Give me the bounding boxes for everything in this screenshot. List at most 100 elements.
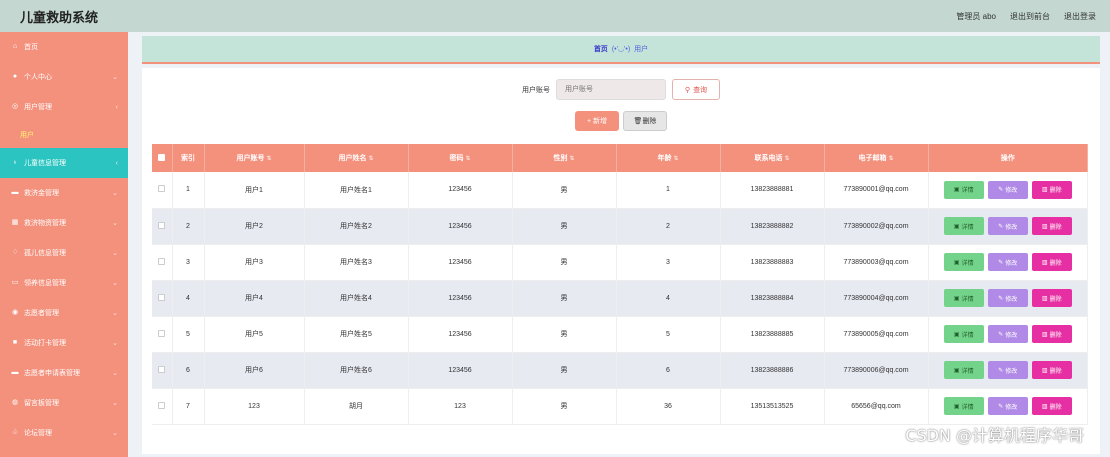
cell-actions: ▣ 详情 ✎ 修改 ▥ 删除 xyxy=(928,244,1088,281)
sidebar-item-children[interactable]: ♁ 儿童信息管理 ‹ xyxy=(0,148,128,178)
main-panel: 用户账号 ⚲ 查询 + 新增 🗑 删除 索引 用户账号⇅ 用户姓名⇅ 密码⇅ 性… xyxy=(142,68,1100,454)
sidebar-item-messages[interactable]: ◍ 留言板管理 ⌄ xyxy=(0,388,128,418)
detail-button[interactable]: ▣ 详情 xyxy=(943,397,984,415)
sidebar-item-adoption[interactable]: ▭ 领养信息管理 ⌄ xyxy=(0,268,128,298)
cell-phone: 13823888884 xyxy=(720,280,825,317)
sidebar-item-relief-supplies[interactable]: ▦ 救济物资管理 ⌄ xyxy=(0,208,128,238)
col-phone[interactable]: 联系电话 ⇅ xyxy=(720,144,825,172)
chevron-left-icon: ‹ xyxy=(115,159,118,167)
sidebar-item-relief-fund[interactable]: ▬ 救济金管理 ⌄ xyxy=(0,178,128,208)
cell-index: 3 xyxy=(172,244,205,281)
detail-button[interactable]: ▣ 详情 xyxy=(943,325,984,343)
sidebar-item-label: 活动打卡管理 xyxy=(24,340,66,347)
search-input[interactable] xyxy=(556,79,666,100)
row-checkbox[interactable] xyxy=(158,221,166,229)
detail-button[interactable]: ▣ 详情 xyxy=(943,289,984,307)
edit-button[interactable]: ✎ 修改 xyxy=(987,289,1028,307)
sidebar-item-forum[interactable]: ♧ 论坛管理 ⌄ xyxy=(0,418,128,448)
batch-delete-label: 删除 xyxy=(642,118,657,125)
row-checkbox[interactable] xyxy=(158,185,166,193)
delete-button[interactable]: ▥ 删除 xyxy=(1031,361,1072,379)
row-select-cell[interactable] xyxy=(152,388,173,425)
detail-icon: ▣ xyxy=(953,259,960,266)
cell-age: 4 xyxy=(616,280,721,317)
detail-button[interactable]: ▣ 详情 xyxy=(943,180,984,199)
col-name[interactable]: 用户姓名 ⇅ xyxy=(304,144,409,172)
row-checkbox[interactable] xyxy=(158,401,166,409)
row-checkbox[interactable] xyxy=(158,293,166,301)
table-row[interactable]: 6 用户6 用户姓名6 123456 男 6 13823888886 773890006@qq… xyxy=(152,352,1088,389)
col-email[interactable]: 电子邮箱 ⇅ xyxy=(824,144,929,172)
sidebar-item-checkin[interactable]: ■ 活动打卡管理 ⌄ xyxy=(0,328,128,358)
delete-button[interactable]: ▥ 删除 xyxy=(1031,289,1072,307)
sidebar-subitem-users[interactable]: 用户 xyxy=(0,122,128,148)
edit-button[interactable]: ✎ 修改 xyxy=(987,325,1028,343)
delete-button[interactable]: ▥ 删除 xyxy=(1031,397,1072,415)
sidebar-item-label: 孤儿信息管理 xyxy=(24,250,66,257)
cell-name: 用户姓名5 xyxy=(304,316,409,353)
edit-button[interactable]: ✎ 修改 xyxy=(987,397,1028,415)
table-row[interactable]: 4 用户4 用户姓名4 123456 男 4 13823888884 773890004@qq… xyxy=(152,280,1088,317)
trash-icon: ▥ xyxy=(1041,331,1048,338)
detail-button[interactable]: ▣ 详情 xyxy=(943,217,984,235)
row-checkbox[interactable] xyxy=(158,257,166,265)
detail-button[interactable]: ▣ 详情 xyxy=(943,361,984,379)
cell-email: 773890005@qq.com xyxy=(824,316,929,353)
table-row[interactable]: 3 用户3 用户姓名3 123456 男 3 13823888883 773890003@qq… xyxy=(152,244,1088,281)
row-select-cell[interactable] xyxy=(152,316,173,353)
sidebar-item-label: 儿童信息管理 xyxy=(24,160,66,167)
detail-button[interactable]: ▣ 详情 xyxy=(943,253,984,271)
sidebar-item-orphans[interactable]: ♢ 孤儿信息管理 ⌄ xyxy=(0,238,128,268)
table-row[interactable]: 7 123 胡月 123 男 36 13513513525 65656@qq.com ▣ 详情 ✎ 修… xyxy=(152,388,1088,425)
cell-age: 1 xyxy=(616,172,721,209)
col-age[interactable]: 年龄 ⇅ xyxy=(616,144,721,172)
row-checkbox[interactable] xyxy=(158,365,166,373)
row-select-cell[interactable] xyxy=(152,244,173,281)
sidebar-item-volunteer-forms[interactable]: ▬ 志愿者申请表管理 ⌄ xyxy=(0,358,128,388)
row-select-cell[interactable] xyxy=(152,172,173,209)
chevron-down-icon: ⌄ xyxy=(112,340,118,347)
table-row[interactable]: 5 用户5 用户姓名5 123456 男 5 13823888885 773890005@qq… xyxy=(152,316,1088,353)
table-row[interactable]: 2 用户2 用户姓名2 123456 男 2 13823888882 773890002@qq… xyxy=(152,208,1088,245)
edit-button[interactable]: ✎ 修改 xyxy=(987,361,1028,379)
table-row[interactable]: 1 用户1 用户姓名1 123456 男 1 13823888881 773890001@qq… xyxy=(152,172,1088,209)
delete-button[interactable]: ▥ 删除 xyxy=(1031,253,1072,271)
delete-button[interactable]: ▥ 删除 xyxy=(1031,325,1072,343)
select-all-cell[interactable] xyxy=(152,144,173,172)
detail-icon: ▣ xyxy=(953,403,960,410)
sidebar-item-profile[interactable]: ● 个人中心 ⌄ xyxy=(0,62,128,92)
row-checkbox[interactable] xyxy=(158,329,166,337)
breadcrumb-home[interactable]: 首页 xyxy=(594,44,608,54)
row-select-cell[interactable] xyxy=(152,280,173,317)
cell-email: 773890004@qq.com xyxy=(824,280,929,317)
delete-button[interactable]: ▥ 删除 xyxy=(1031,217,1072,235)
sidebar-item-users[interactable]: ◎ 用户管理 ‹ xyxy=(0,92,128,122)
to-front-link[interactable]: 退出到前台 xyxy=(1010,11,1050,22)
sidebar-item-home[interactable]: ⌂ 首页 xyxy=(0,32,128,62)
watermark: CSDN @计算机程序华哥 xyxy=(905,426,1084,445)
row-select-cell[interactable] xyxy=(152,208,173,245)
edit-button[interactable]: ✎ 修改 xyxy=(987,180,1028,199)
sort-icon: ⇅ xyxy=(266,156,272,162)
row-select-cell[interactable] xyxy=(152,352,173,389)
col-gender[interactable]: 性别 ⇅ xyxy=(512,144,617,172)
col-password[interactable]: 密码 ⇅ xyxy=(408,144,513,172)
trash-icon: ▥ xyxy=(1041,403,1048,410)
col-account[interactable]: 用户账号 ⇅ xyxy=(204,144,305,172)
edit-button[interactable]: ✎ 修改 xyxy=(987,253,1028,271)
select-all-checkbox[interactable] xyxy=(158,153,166,161)
edit-button[interactable]: ✎ 修改 xyxy=(987,217,1028,235)
chevron-down-icon: ⌄ xyxy=(112,280,118,287)
trash-icon: 🗑 xyxy=(633,118,643,125)
chevron-down-icon: ⌄ xyxy=(112,220,118,227)
batch-delete-button[interactable]: 🗑 删除 xyxy=(623,111,667,131)
logout-link[interactable]: 退出登录 xyxy=(1064,11,1096,22)
edit-icon: ✎ xyxy=(998,367,1004,374)
cell-actions: ▣ 详情 ✎ 修改 ▥ 删除 xyxy=(928,208,1088,245)
delete-button[interactable]: ▥ 删除 xyxy=(1031,180,1072,199)
search-button[interactable]: ⚲ 查询 xyxy=(672,79,720,100)
sidebar-item-volunteers[interactable]: ◉ 志愿者管理 ⌄ xyxy=(0,298,128,328)
col-index: 索引 xyxy=(172,144,205,172)
add-button[interactable]: + 新增 xyxy=(575,111,619,131)
breadcrumb-emote: (•'◡'•) xyxy=(611,46,631,53)
